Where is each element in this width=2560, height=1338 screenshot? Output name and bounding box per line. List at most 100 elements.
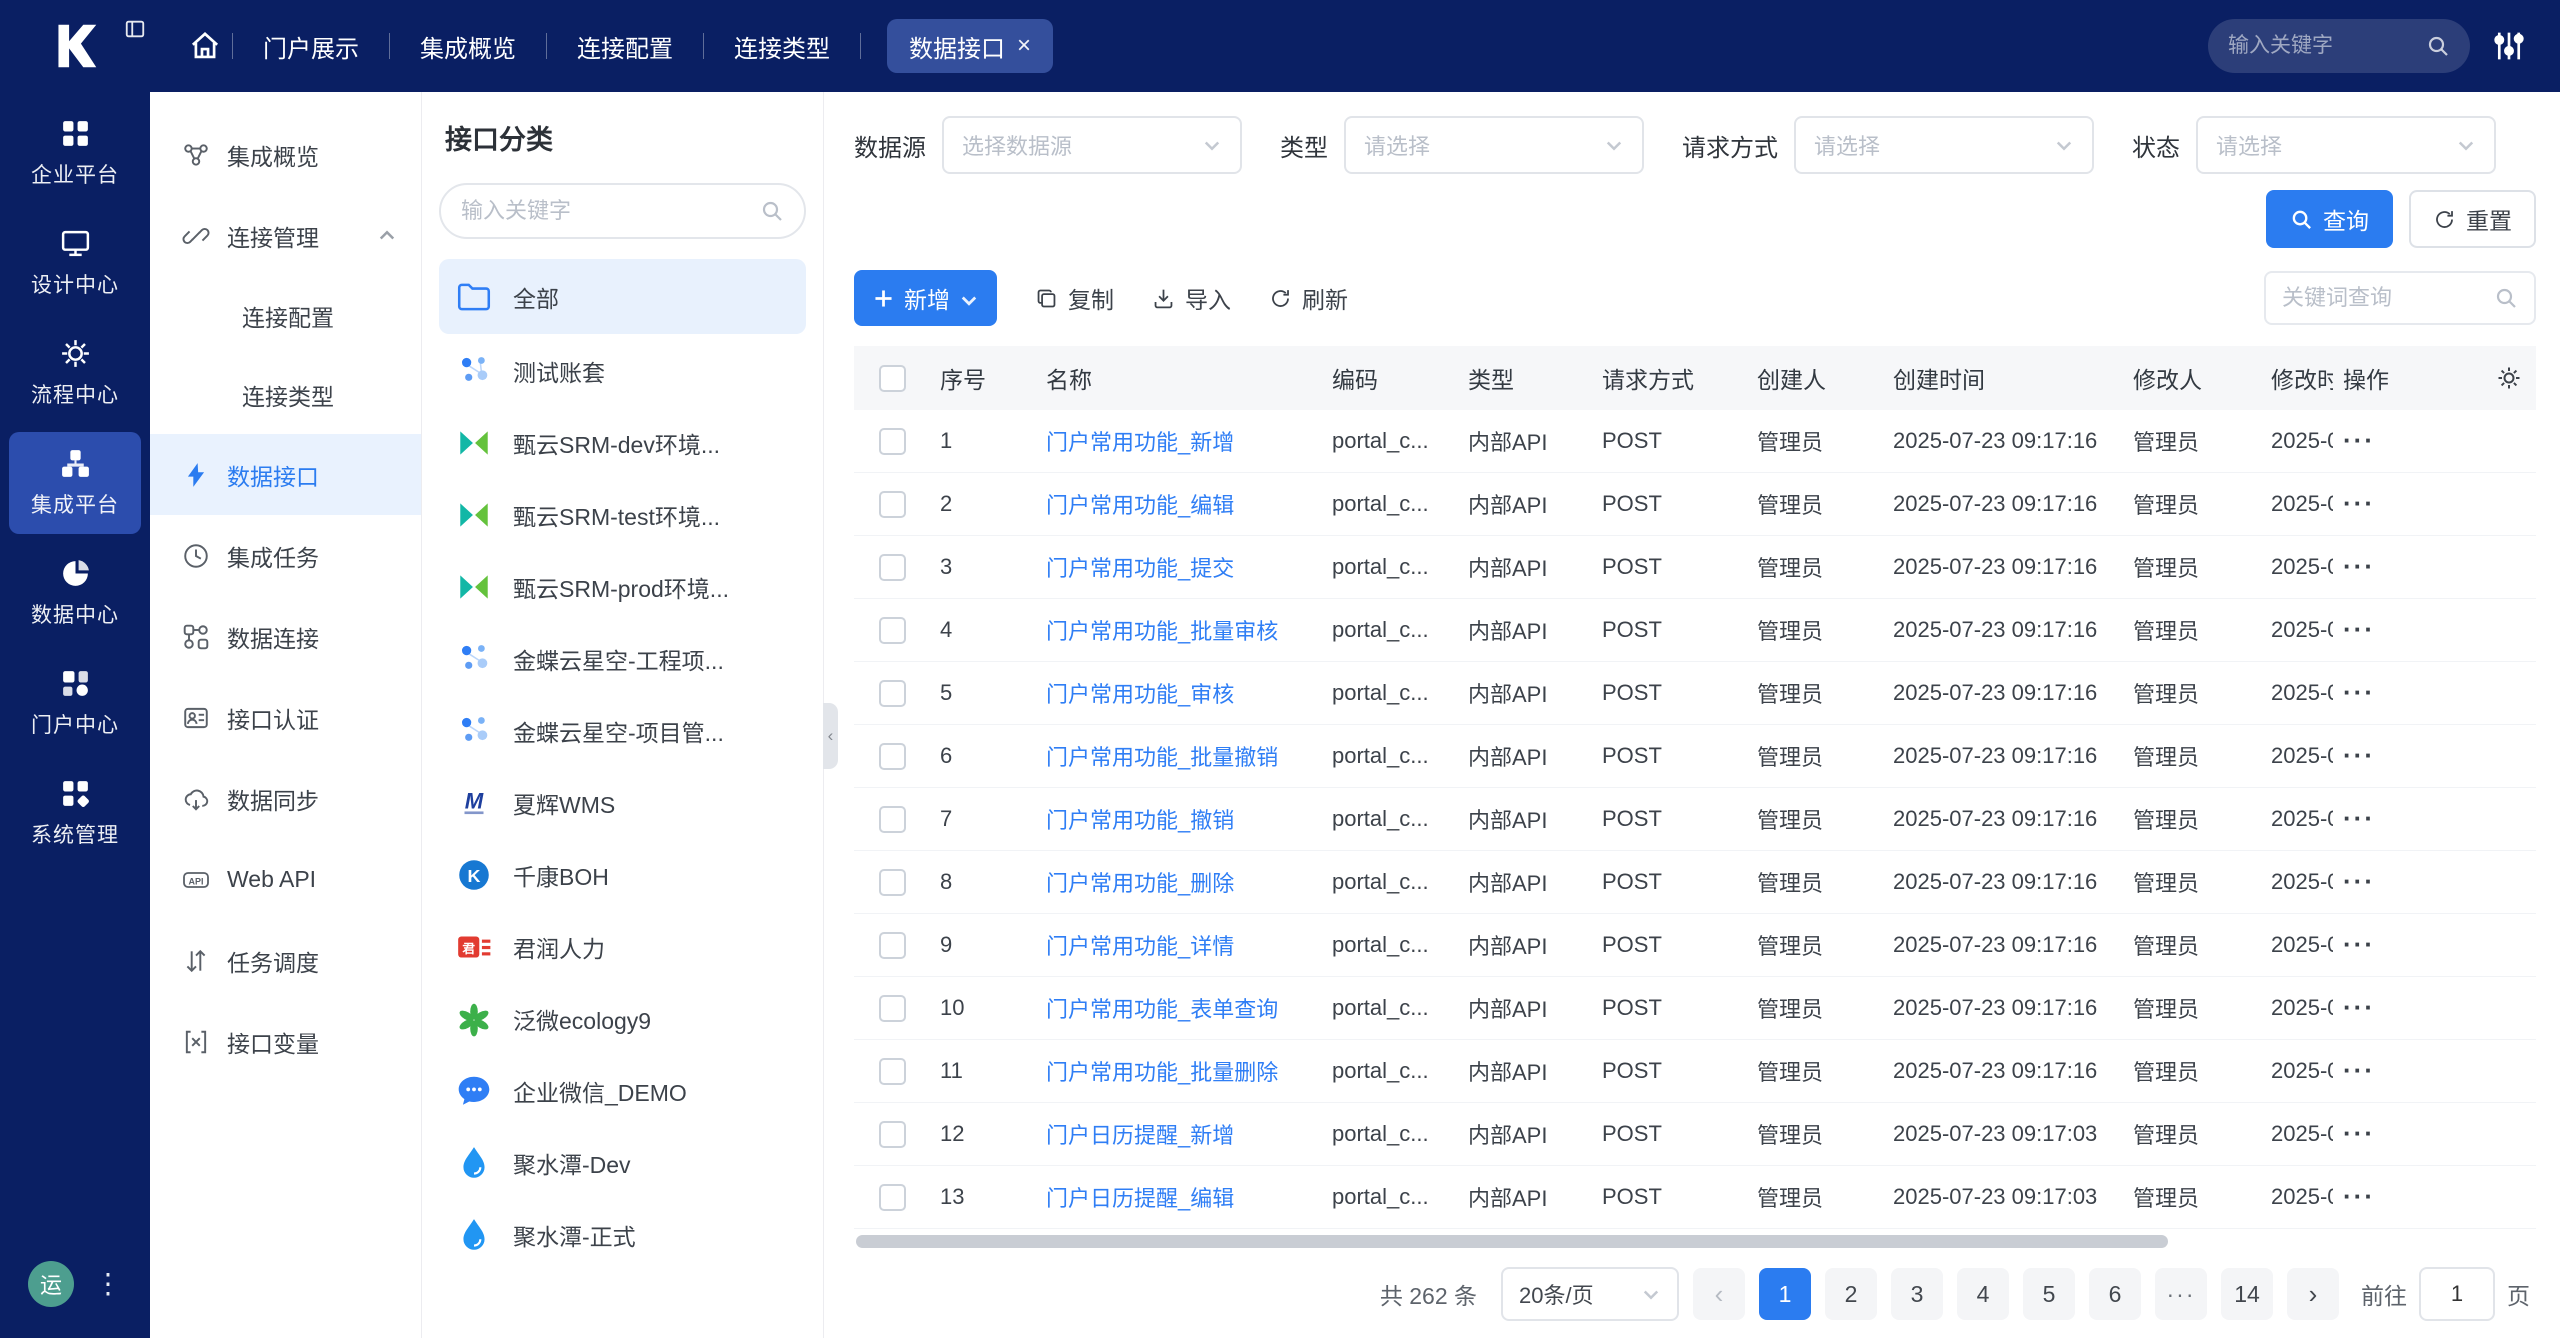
category-item-jushuitan-prod[interactable]: 聚水潭-正式 [439, 1199, 806, 1270]
row-actions-icon[interactable]: ··· [2343, 616, 2375, 644]
tab-portal-display[interactable]: 门户展示 [233, 0, 389, 92]
rail-item-process-center[interactable]: 流程中心 [9, 322, 141, 424]
table-row[interactable]: 10 门户常用功能_表单查询 portal_c... 内部API POST 管理… [854, 977, 2536, 1040]
cell-name-link[interactable]: 门户常用功能_批量撤销 [1036, 740, 1322, 772]
category-item-all[interactable]: 全部 [439, 259, 806, 334]
page-button[interactable]: 14 [2221, 1268, 2273, 1320]
sidebar-item-connection-type[interactable]: 连接类型 [150, 355, 421, 434]
user-avatar[interactable]: 运 [28, 1261, 74, 1307]
method-select[interactable]: 请选择 [1794, 116, 2094, 174]
cell-name-link[interactable]: 门户常用功能_详情 [1036, 929, 1322, 961]
scrollbar-thumb[interactable] [856, 1235, 2168, 1248]
row-checkbox[interactable] [879, 428, 906, 455]
category-item-zhenyun-prod[interactable]: 甄云SRM-prod环境... [439, 551, 806, 622]
cell-name-link[interactable]: 门户常用功能_表单查询 [1036, 992, 1322, 1024]
category-item-xiahui-wms[interactable]: M 夏辉WMS [439, 767, 806, 838]
home-icon[interactable] [188, 29, 222, 63]
category-search[interactable] [439, 183, 806, 239]
sidebar-item-data-sync[interactable]: 数据同步 [150, 758, 421, 839]
cell-name-link[interactable]: 门户常用功能_批量审核 [1036, 614, 1322, 646]
row-actions-icon[interactable]: ··· [2343, 994, 2375, 1022]
table-row[interactable]: 7 门户常用功能_撤销 portal_c... 内部API POST 管理员 2… [854, 788, 2536, 851]
horizontal-scrollbar[interactable] [854, 1233, 2536, 1251]
panel-toggle-icon[interactable] [124, 18, 146, 40]
rail-item-enterprise-platform[interactable]: 企业平台 [9, 102, 141, 204]
copy-button[interactable]: 复制 [1035, 281, 1114, 315]
cell-name-link[interactable]: 门户日历提醒_新增 [1036, 1118, 1322, 1150]
cell-name-link[interactable]: 门户常用功能_审核 [1036, 677, 1322, 709]
category-item-kingdee-project2[interactable]: 金蝶云星空-项目管... [439, 695, 806, 766]
page-button[interactable]: 5 [2023, 1268, 2075, 1320]
category-item-jushuitan-dev[interactable]: 聚水潭-Dev [439, 1127, 806, 1198]
page-button[interactable]: 4 [1957, 1268, 2009, 1320]
table-row[interactable]: 3 门户常用功能_提交 portal_c... 内部API POST 管理员 2… [854, 536, 2536, 599]
row-actions-icon[interactable]: ··· [2343, 679, 2375, 707]
category-item-junrun-hr[interactable]: 君 君润人力 [439, 911, 806, 982]
add-button[interactable]: 新增 [854, 270, 997, 326]
rail-item-design-center[interactable]: 设计中心 [9, 212, 141, 314]
row-actions-icon[interactable]: ··· [2343, 742, 2375, 770]
table-row[interactable]: 5 门户常用功能_审核 portal_c... 内部API POST 管理员 2… [854, 662, 2536, 725]
rail-item-system-management[interactable]: 系统管理 [9, 762, 141, 864]
row-checkbox[interactable] [879, 806, 906, 833]
row-checkbox[interactable] [879, 995, 906, 1022]
sidebar-item-task-schedule[interactable]: 任务调度 [150, 920, 421, 1001]
category-item-qiankang-boh[interactable]: K 千康BOH [439, 839, 806, 910]
rail-item-integration-platform[interactable]: 集成平台 [9, 432, 141, 534]
page-size-select[interactable]: 20条/页 [1501, 1267, 1679, 1321]
table-row[interactable]: 11 门户常用功能_批量删除 portal_c... 内部API POST 管理… [854, 1040, 2536, 1103]
topbar-search[interactable] [2208, 19, 2470, 73]
category-item-fanwei-ecology9[interactable]: 泛微ecology9 [439, 983, 806, 1054]
tab-connection-config[interactable]: 连接配置 [547, 0, 703, 92]
page-button[interactable]: 1 [1759, 1268, 1811, 1320]
row-checkbox[interactable] [879, 1184, 906, 1211]
reset-button[interactable]: 重置 [2409, 190, 2536, 248]
row-actions-icon[interactable]: ··· [2343, 931, 2375, 959]
sidebar-item-interface-variable[interactable]: 接口变量 [150, 1001, 421, 1082]
page-button[interactable]: 3 [1891, 1268, 1943, 1320]
query-button[interactable]: 查询 [2266, 190, 2393, 248]
sidebar-item-integration-tasks[interactable]: 集成任务 [150, 515, 421, 596]
rail-item-data-center[interactable]: 数据中心 [9, 542, 141, 644]
refresh-button[interactable]: 刷新 [1269, 281, 1348, 315]
rail-item-portal-center[interactable]: 门户中心 [9, 652, 141, 754]
table-row[interactable]: 8 门户常用功能_删除 portal_c... 内部API POST 管理员 2… [854, 851, 2536, 914]
sidebar-item-data-interface[interactable]: 数据接口 [150, 434, 421, 515]
cell-name-link[interactable]: 门户常用功能_批量删除 [1036, 1055, 1322, 1087]
close-icon[interactable]: × [1017, 34, 1031, 58]
cell-name-link[interactable]: 门户常用功能_删除 [1036, 866, 1322, 898]
cell-name-link[interactable]: 门户常用功能_提交 [1036, 551, 1322, 583]
keyword-search-input[interactable] [2282, 285, 2486, 311]
table-row[interactable]: 1 门户常用功能_新增 portal_c... 内部API POST 管理员 2… [854, 410, 2536, 473]
row-checkbox[interactable] [879, 869, 906, 896]
row-checkbox[interactable] [879, 932, 906, 959]
sidebar-item-integration-overview[interactable]: 集成概览 [150, 114, 421, 195]
panel-collapse-handle[interactable]: ‹ [823, 703, 838, 769]
page-button[interactable]: ··· [2155, 1268, 2207, 1320]
row-checkbox[interactable] [879, 1121, 906, 1148]
filter-sliders-icon[interactable] [2492, 29, 2526, 63]
category-item-zhenyun-test[interactable]: 甄云SRM-test环境... [439, 479, 806, 550]
table-row[interactable]: 12 门户日历提醒_新增 portal_c... 内部API POST 管理员 … [854, 1103, 2536, 1166]
tab-data-interface[interactable]: 数据接口 × [887, 19, 1053, 73]
sidebar-item-interface-auth[interactable]: 接口认证 [150, 677, 421, 758]
category-item-kingdee-project1[interactable]: 金蝶云星空-工程项... [439, 623, 806, 694]
prev-page-button[interactable]: ‹ [1693, 1268, 1745, 1320]
row-actions-icon[interactable]: ··· [2343, 868, 2375, 896]
cell-name-link[interactable]: 门户常用功能_新增 [1036, 425, 1322, 457]
row-checkbox[interactable] [879, 743, 906, 770]
row-checkbox[interactable] [879, 617, 906, 644]
more-vertical-icon[interactable]: ⋮ [94, 1270, 122, 1298]
row-actions-icon[interactable]: ··· [2343, 805, 2375, 833]
row-checkbox[interactable] [879, 1058, 906, 1085]
row-actions-icon[interactable]: ··· [2343, 553, 2375, 581]
category-item-test-ledger[interactable]: 测试账套 [439, 335, 806, 406]
row-actions-icon[interactable]: ··· [2343, 490, 2375, 518]
app-logo[interactable] [0, 0, 150, 92]
topbar-search-input[interactable] [2228, 34, 2416, 58]
cell-name-link[interactable]: 门户日历提醒_编辑 [1036, 1181, 1322, 1213]
category-item-wecom-demo[interactable]: 企业微信_DEMO [439, 1055, 806, 1126]
row-actions-icon[interactable]: ··· [2343, 1183, 2375, 1211]
tab-integration-overview[interactable]: 集成概览 [390, 0, 546, 92]
column-settings-gear-icon[interactable] [2496, 365, 2522, 391]
